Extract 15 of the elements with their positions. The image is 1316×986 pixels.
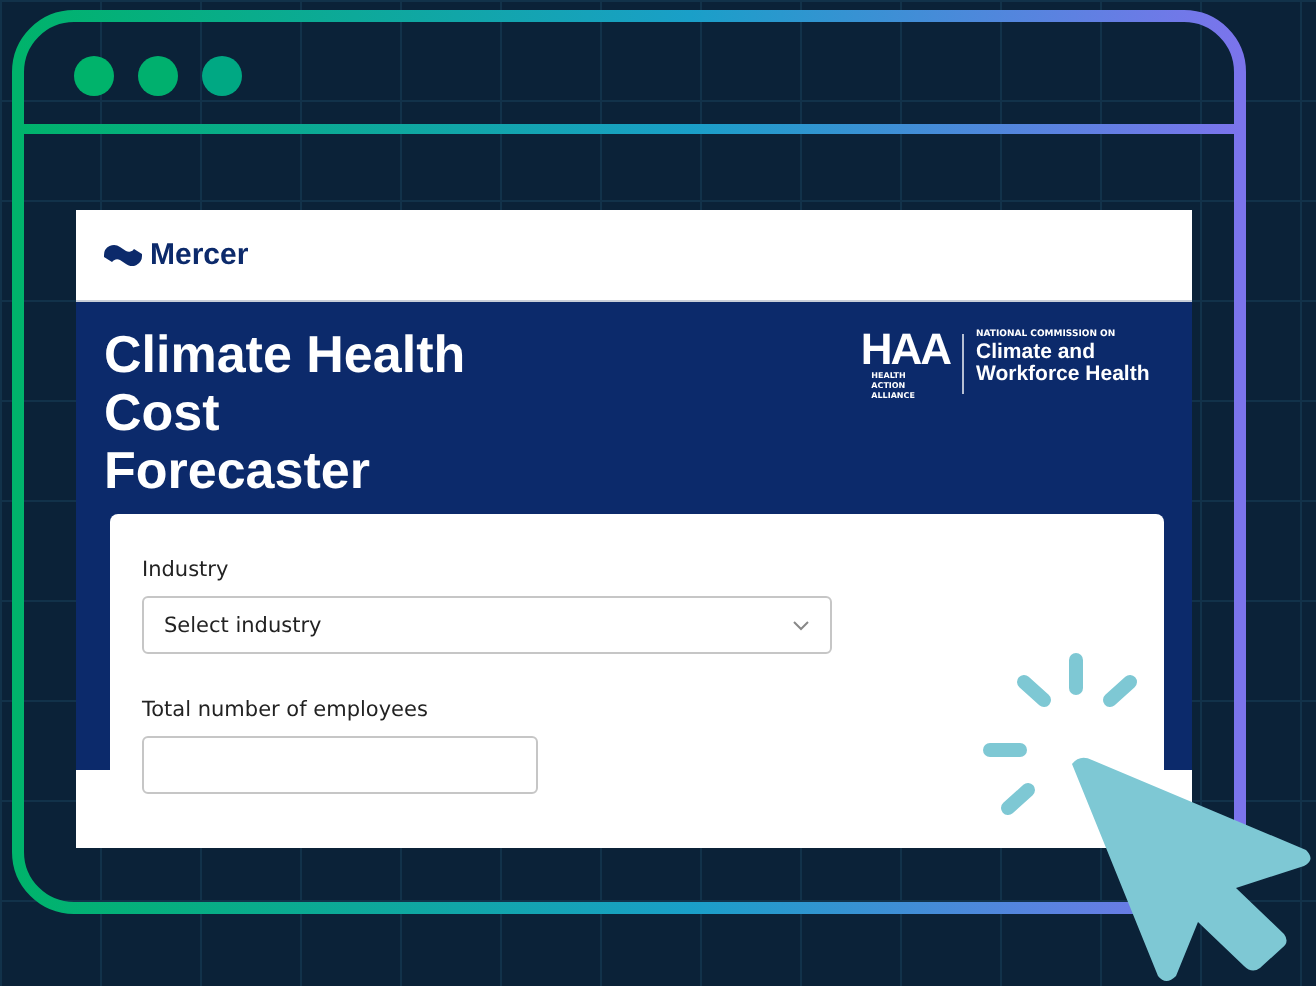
chevron-icon (792, 619, 810, 631)
partner-name: Climate and Workforce Health (976, 342, 1152, 386)
industry-select[interactable]: Select industry (142, 596, 832, 654)
logo-icon (104, 244, 142, 266)
brand-name: Mercer (150, 238, 249, 272)
partner-logo-mark: HAA (860, 330, 950, 370)
click-sparkle-icon (983, 653, 1137, 815)
field-label: Total number of employees (142, 698, 430, 722)
page-title: Climate Health (104, 326, 466, 384)
page-title: Forecaster (104, 442, 372, 500)
field-label: Industry (142, 558, 231, 582)
employees-input[interactable] (142, 736, 538, 794)
mouse-pointer-icon (1072, 757, 1311, 981)
window-dots-icon (74, 56, 242, 96)
page-title: Cost (104, 384, 222, 442)
